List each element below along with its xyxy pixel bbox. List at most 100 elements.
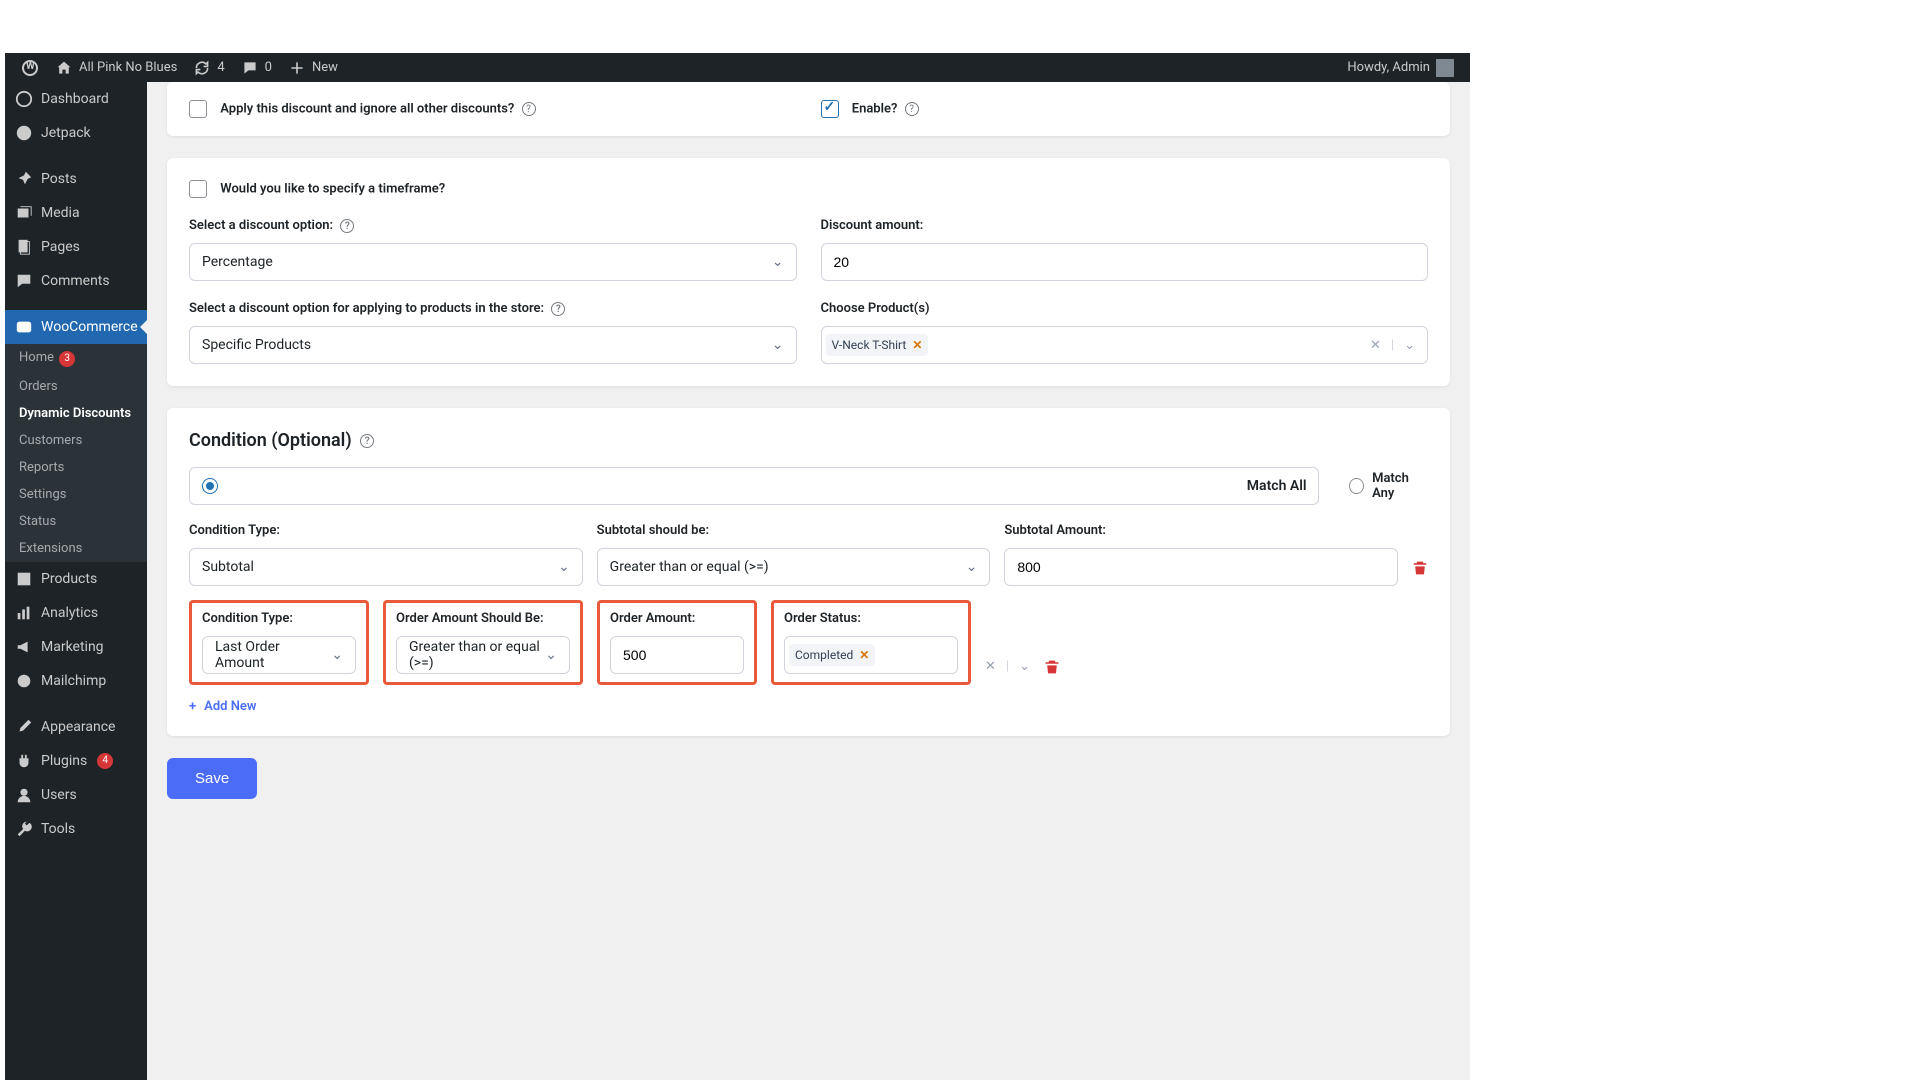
delete-condition-button[interactable] [1044, 659, 1060, 685]
discount-amount-value[interactable] [834, 254, 1416, 270]
help-icon[interactable]: ? [551, 302, 565, 316]
order-amount-input[interactable] [610, 636, 744, 674]
condition-type-label: Condition Type: [189, 523, 583, 538]
condition-type-select[interactable]: Last Order Amount ⌄ [202, 636, 356, 674]
submenu-home[interactable]: Home 3 [5, 344, 147, 373]
plus-icon: + [189, 699, 196, 714]
sidebar-item-label: Marketing [41, 639, 104, 655]
admin-sidebar: Dashboard Jetpack Posts Media Pages Comm… [5, 82, 147, 1080]
choose-products-input[interactable]: V-Neck T-Shirt ✕ ✕ | ⌄ [821, 326, 1429, 364]
apply-ignore-label: Apply this discount and ignore all other… [220, 102, 514, 117]
chevron-down-icon: ⌄ [545, 647, 557, 663]
sidebar-item-label: Media [41, 205, 80, 221]
home-icon [55, 59, 73, 77]
updates-count: 4 [217, 60, 224, 75]
discount-option-select[interactable]: Percentage ⌄ [189, 243, 797, 281]
pages-icon [15, 238, 33, 256]
sidebar-item-media[interactable]: Media [5, 196, 147, 230]
submenu-reports[interactable]: Reports [5, 454, 147, 481]
sidebar-item-comments[interactable]: Comments [5, 264, 147, 298]
sidebar-item-plugins[interactable]: Plugins 4 [5, 744, 147, 778]
woocommerce-icon [15, 318, 33, 336]
status-tag: Completed ✕ [789, 644, 875, 666]
subtotal-should-label: Subtotal should be: [597, 523, 991, 538]
order-amount-should-select[interactable]: Greater than or equal (>=) ⌄ [396, 636, 570, 674]
submenu-extensions[interactable]: Extensions [5, 535, 147, 562]
new-label: New [312, 60, 338, 75]
submenu-dynamic-discounts[interactable]: Dynamic Discounts [5, 400, 147, 427]
new-content-link[interactable]: New [280, 59, 346, 77]
sidebar-item-analytics[interactable]: Analytics [5, 596, 147, 630]
sidebar-item-label: Pages [41, 239, 80, 255]
subtotal-amount-input[interactable] [1004, 548, 1398, 586]
sidebar-item-products[interactable]: Products [5, 562, 147, 596]
match-any-radio[interactable]: Match Any [1349, 467, 1428, 505]
clear-icon[interactable]: ✕ [985, 659, 996, 674]
sidebar-item-mailchimp[interactable]: Mailchimp [5, 664, 147, 698]
help-icon[interactable]: ? [360, 434, 374, 448]
match-all-radio[interactable]: Match All [189, 467, 1319, 505]
help-icon[interactable]: ? [340, 219, 354, 233]
sidebar-item-appearance[interactable]: Appearance [5, 710, 147, 744]
woocommerce-submenu: Home 3 Orders Dynamic Discounts Customer… [5, 344, 147, 562]
analytics-icon [15, 604, 33, 622]
comments-link[interactable]: 0 [233, 59, 280, 77]
sidebar-item-pages[interactable]: Pages [5, 230, 147, 264]
order-status-select[interactable]: Completed ✕ [784, 636, 958, 674]
sidebar-item-label: Users [41, 787, 77, 803]
plugins-badge: 4 [97, 753, 113, 769]
submenu-settings[interactable]: Settings [5, 481, 147, 508]
add-new-condition-button[interactable]: + Add New [189, 699, 1428, 714]
chevron-down-icon: ⌄ [331, 647, 343, 663]
mailchimp-icon [15, 672, 33, 690]
sidebar-item-label: WooCommerce [41, 319, 138, 335]
condition-row: Condition Type: Last Order Amount ⌄ Orde… [189, 600, 1428, 685]
enable-checkbox[interactable] [821, 100, 839, 118]
site-name-link[interactable]: All Pink No Blues [47, 59, 185, 77]
submenu-status[interactable]: Status [5, 508, 147, 535]
sidebar-item-marketing[interactable]: Marketing [5, 630, 147, 664]
updates-link[interactable]: 4 [185, 59, 232, 77]
sidebar-item-posts[interactable]: Posts [5, 162, 147, 196]
apply-ignore-checkbox[interactable] [189, 100, 207, 118]
plug-icon [15, 752, 33, 770]
remove-tag-icon[interactable]: ✕ [859, 648, 869, 662]
comments-icon [15, 272, 33, 290]
chevron-down-icon[interactable]: ⌄ [1019, 659, 1030, 674]
submenu-customers[interactable]: Customers [5, 427, 147, 454]
refresh-icon [193, 59, 211, 77]
chevron-down-icon[interactable]: ⌄ [1404, 338, 1415, 353]
remove-tag-icon[interactable]: ✕ [912, 338, 922, 352]
sidebar-item-users[interactable]: Users [5, 778, 147, 812]
site-name: All Pink No Blues [79, 60, 177, 75]
comments-count: 0 [265, 60, 272, 75]
user-icon [15, 786, 33, 804]
help-icon[interactable]: ? [522, 102, 536, 116]
conditions-card: Condition (Optional) ? Match All Match A… [167, 408, 1450, 736]
sidebar-item-tools[interactable]: Tools [5, 812, 147, 846]
wrench-icon [15, 820, 33, 838]
sidebar-item-woocommerce[interactable]: WooCommerce [5, 310, 147, 344]
help-icon[interactable]: ? [905, 102, 919, 116]
timeframe-label: Would you like to specify a timeframe? [220, 182, 445, 197]
enable-label: Enable? [852, 102, 898, 117]
condition-type-select[interactable]: Subtotal ⌄ [189, 548, 583, 586]
select-value: Percentage [202, 254, 273, 270]
sidebar-item-dashboard[interactable]: Dashboard [5, 82, 147, 116]
wp-logo-menu[interactable] [13, 59, 47, 77]
delete-condition-button[interactable] [1412, 560, 1428, 586]
product-tag: V-Neck T-Shirt ✕ [826, 334, 929, 356]
account-link[interactable]: Howdy, Admin [1339, 59, 1462, 77]
pin-icon [15, 170, 33, 188]
subtotal-amount-label: Subtotal Amount: [1004, 523, 1398, 538]
submenu-orders[interactable]: Orders [5, 373, 147, 400]
save-button[interactable]: Save [167, 758, 257, 799]
chevron-down-icon: ⌄ [772, 337, 784, 353]
sidebar-item-jetpack[interactable]: Jetpack [5, 116, 147, 150]
apply-products-select[interactable]: Specific Products ⌄ [189, 326, 797, 364]
clear-icon[interactable]: ✕ [1370, 338, 1381, 353]
subtotal-should-select[interactable]: Greater than or equal (>=) ⌄ [597, 548, 991, 586]
megaphone-icon [15, 638, 33, 656]
timeframe-checkbox[interactable] [189, 180, 207, 198]
discount-amount-input[interactable] [821, 243, 1429, 281]
